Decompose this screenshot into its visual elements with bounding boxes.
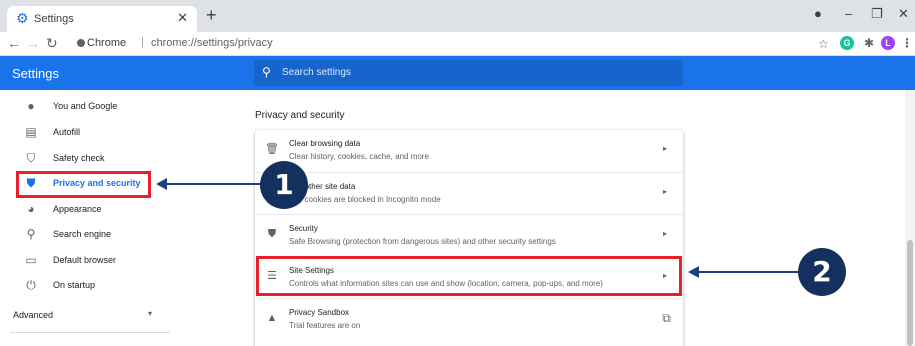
section-title: Privacy and security [255, 110, 345, 121]
sidebar-item-label: Search engine [53, 229, 112, 239]
close-tab-icon[interactable]: ✕ [177, 10, 188, 26]
browser-icon: ▭ [25, 253, 37, 267]
row-subtitle: arty cookies are blocked in Incognito mo… [289, 195, 441, 204]
gear-icon: ⚙ [16, 10, 29, 26]
scrollbar-thumb[interactable] [907, 240, 913, 346]
menu-icon[interactable]: ⋮ [900, 36, 914, 50]
row-security[interactable]: ⛊ Security Safe Browsing (protection fro… [255, 214, 683, 256]
row-cookies[interactable]: ◉ and other site data arty cookies are b… [255, 172, 683, 214]
new-tab-button[interactable]: + [206, 6, 217, 24]
sidebar-item-label: Autofill [53, 127, 81, 137]
privacy-card: 🗑 Clear browsing data Clear history, coo… [255, 130, 683, 346]
sidebar-item-appearance[interactable]: ◕ Appearance [0, 199, 220, 221]
extensions-icon[interactable]: ✱ [862, 36, 876, 50]
chevron-right-icon: ▸ [662, 144, 667, 153]
sidebar-item-search-engine[interactable]: ⚲ Search engine [0, 224, 220, 246]
badge-2: 2 [798, 248, 846, 296]
highlight-privacy-and-security [16, 171, 151, 198]
sidebar-item-label: Safety check [53, 153, 105, 163]
search-input[interactable]: ⚲ Search settings [254, 60, 683, 86]
back-button[interactable]: ← [7, 35, 21, 51]
row-title: Security [289, 224, 318, 233]
external-link-icon: ⧉ [662, 311, 671, 325]
site-label: Chrome [87, 37, 127, 49]
trash-icon: 🗑 [265, 143, 279, 155]
sidebar-item-safety-check[interactable]: ⛉ Safety check [0, 148, 220, 170]
sidebar-item-default-browser[interactable]: ▭ Default browser [0, 250, 220, 272]
tab-settings[interactable]: ⚙ Settings ✕ [7, 6, 197, 32]
flask-icon: ▲ [266, 312, 278, 324]
url-separator: | [141, 36, 144, 48]
sidebar-item-label: You and Google [53, 101, 118, 111]
chevron-right-icon: ▸ [662, 229, 667, 238]
search-icon: ⚲ [262, 65, 271, 79]
search-icon: ⚲ [26, 227, 36, 241]
settings-header: Settings ⚲ Search settings [0, 56, 915, 90]
star-icon[interactable]: ☆ [818, 36, 829, 52]
avatar[interactable]: L [881, 36, 895, 50]
search-placeholder: Search settings [282, 67, 351, 78]
sidebar-item-on-startup[interactable]: ⏻ On startup [0, 275, 220, 297]
url-text: chrome://settings/privacy [151, 37, 273, 49]
row-privacy-sandbox[interactable]: ▲ Privacy Sandbox Trial features are on … [255, 298, 683, 340]
security-shield-icon: ⛊ [267, 228, 277, 240]
chevron-right-icon: ▸ [662, 187, 667, 196]
row-title: Clear browsing data [289, 139, 361, 148]
shield-check-icon: ⛉ [26, 151, 36, 165]
row-subtitle: Clear history, cookies, cache, and more [289, 152, 429, 161]
media-icon[interactable]: ● [814, 6, 822, 22]
clipboard-icon: ▤ [25, 125, 37, 139]
sidebar-item-label: On startup [53, 280, 96, 290]
person-icon: ● [27, 99, 35, 113]
minimize-button[interactable]: – [845, 6, 852, 22]
sidebar-advanced[interactable]: Advanced [13, 310, 53, 320]
sidebar-item-label: Appearance [53, 204, 102, 214]
palette-icon: ◕ [27, 202, 35, 216]
screenshot-stage: ⚙ Settings ✕ + ● – ❐ ✕ ← → ↻ Chrome | ch… [0, 0, 915, 346]
arrow-2-line [696, 271, 799, 273]
sidebar-item-you-and-google[interactable]: ● You and Google [0, 96, 220, 118]
restore-button[interactable]: ❐ [871, 6, 883, 22]
grammarly-icon[interactable]: G [840, 36, 854, 50]
sidebar-item-label: Default browser [53, 255, 117, 265]
row-clear-browsing-data[interactable]: 🗑 Clear browsing data Clear history, coo… [255, 130, 683, 172]
badge-1: 1 [260, 161, 308, 209]
close-window-button[interactable]: ✕ [898, 6, 909, 22]
highlight-site-settings [256, 256, 682, 296]
reload-button[interactable]: ↻ [46, 35, 58, 51]
row-subtitle: Trial features are on [289, 321, 361, 330]
page-title: Settings [12, 66, 59, 81]
sidebar-item-autofill[interactable]: ▤ Autofill [0, 122, 220, 144]
chevron-down-icon[interactable]: ▾ [148, 309, 152, 318]
arrow-1-line [164, 183, 264, 185]
tab-title: Settings [34, 13, 74, 25]
row-title: Privacy Sandbox [289, 308, 350, 317]
chrome-icon [77, 39, 85, 47]
address-bar[interactable]: Chrome | chrome://settings/privacy [77, 35, 797, 53]
row-subtitle: Safe Browsing (protection from dangerous… [289, 237, 556, 246]
tab-strip: ⚙ Settings ✕ + ● – ❐ ✕ [0, 0, 915, 32]
browser-toolbar: ← → ↻ Chrome | chrome://settings/privacy… [0, 32, 915, 56]
forward-button[interactable]: → [26, 35, 40, 51]
power-icon: ⏻ [26, 278, 36, 292]
sidebar-divider [10, 332, 170, 333]
